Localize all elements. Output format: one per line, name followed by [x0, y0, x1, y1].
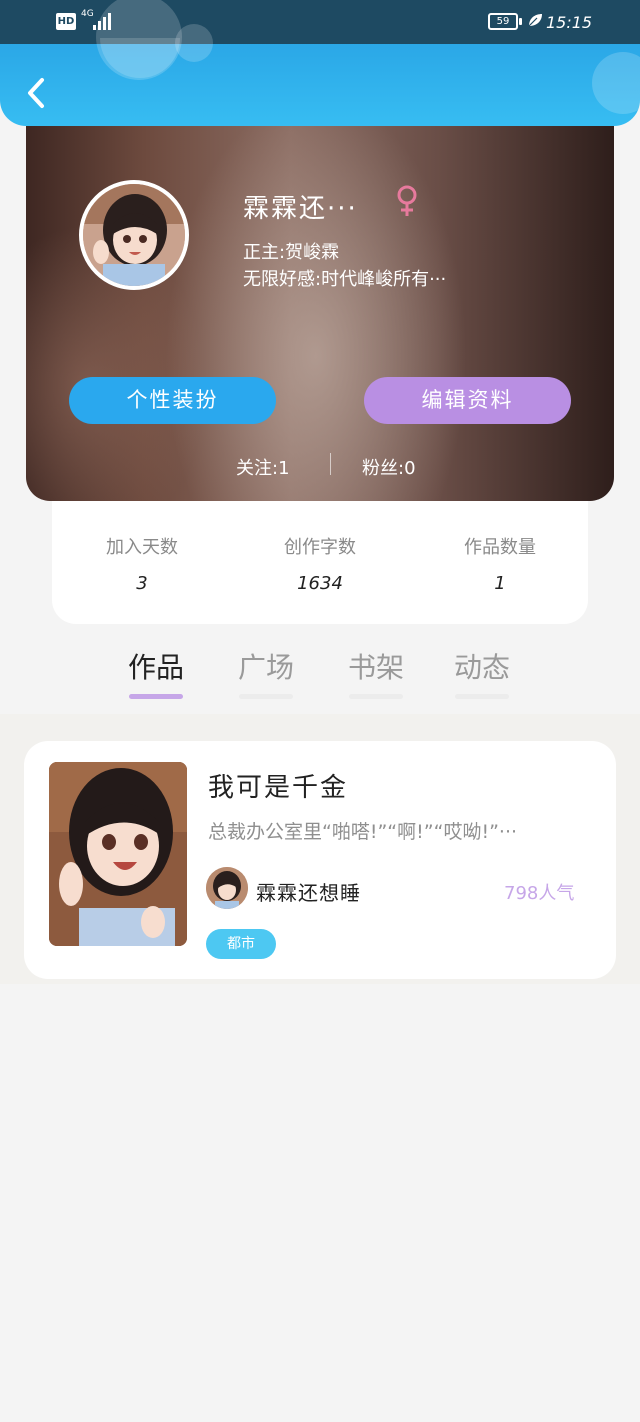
stat-label: 加入天数 — [106, 537, 178, 558]
work-title[interactable]: 我可是千金 — [208, 767, 348, 804]
avatar-illustration — [83, 184, 185, 286]
battery-icon: 59 — [488, 13, 518, 30]
tab-square[interactable]: 广场 — [226, 646, 306, 686]
bio-idol: 正主:贺峻霖 — [243, 242, 340, 263]
stat-label: 创作字数 — [284, 537, 356, 558]
following-count[interactable]: 关注:1 — [236, 454, 290, 480]
work-description: 总裁办公室里“啪嗒!”“啊!”“哎呦!”··· — [208, 821, 518, 843]
author-avatar-illustration — [206, 867, 248, 909]
bio-favorites: 无限好感:时代峰峻所有··· — [243, 269, 447, 290]
stats-card: 加入天数 3 创作字数 1634 作品数量 1 — [52, 501, 588, 624]
top-header: HD 4G 59 15:15 — [0, 0, 640, 126]
female-icon — [397, 185, 417, 216]
book-cover[interactable] — [49, 762, 187, 946]
network-label: 4G — [81, 9, 94, 19]
fans-count[interactable]: 粉丝:0 — [362, 454, 416, 480]
stat-value: 3 — [136, 573, 148, 594]
tab-indicator — [129, 694, 183, 699]
tab-bar: 作品 广场 书架 动态 — [0, 624, 640, 714]
leaf-icon — [528, 14, 542, 27]
popularity-count: 798人气 — [504, 883, 575, 904]
cover-illustration — [49, 762, 187, 946]
battery-tip — [519, 18, 522, 25]
back-button[interactable] — [22, 74, 52, 114]
stat-value: 1634 — [297, 573, 343, 594]
status-bar: HD 4G 59 15:15 — [0, 0, 640, 80]
dress-up-button[interactable]: 个性装扮 — [69, 377, 276, 424]
tab-indicator — [349, 694, 403, 699]
tab-activity[interactable]: 动态 — [442, 646, 522, 686]
stat-join-days: 加入天数 3 — [72, 533, 212, 594]
divider — [330, 453, 331, 475]
genre-tag[interactable]: 都市 — [206, 929, 276, 959]
signal-icon — [93, 12, 115, 30]
stat-word-count: 创作字数 1634 — [250, 533, 390, 594]
author-name: 霖霖还想睡 — [256, 881, 361, 905]
profile-card: 霖霖还··· 正主:贺峻霖 无限好感:时代峰峻所有··· 个性装扮 编辑资料 关… — [26, 126, 614, 501]
decor-bubble — [592, 52, 640, 114]
work-card[interactable]: 我可是千金 总裁办公室里“啪嗒!”“啊!”“哎呦!”··· 霖霖还想睡 798人… — [24, 741, 616, 979]
tab-bookshelf[interactable]: 书架 — [336, 646, 416, 686]
stat-label: 作品数量 — [464, 537, 536, 558]
edit-profile-button[interactable]: 编辑资料 — [364, 377, 571, 424]
decor-bubble — [175, 24, 213, 62]
clock: 15:15 — [546, 13, 593, 32]
avatar[interactable] — [79, 180, 189, 290]
tab-works[interactable]: 作品 — [116, 646, 196, 686]
hd-icon: HD — [56, 13, 76, 30]
stat-value: 1 — [494, 573, 506, 594]
nickname: 霖霖还··· — [243, 194, 358, 224]
stat-works-count: 作品数量 1 — [430, 533, 570, 594]
tab-indicator — [239, 694, 293, 699]
tab-indicator — [455, 694, 509, 699]
decor-bubble — [100, 38, 180, 78]
author-avatar — [206, 867, 248, 909]
